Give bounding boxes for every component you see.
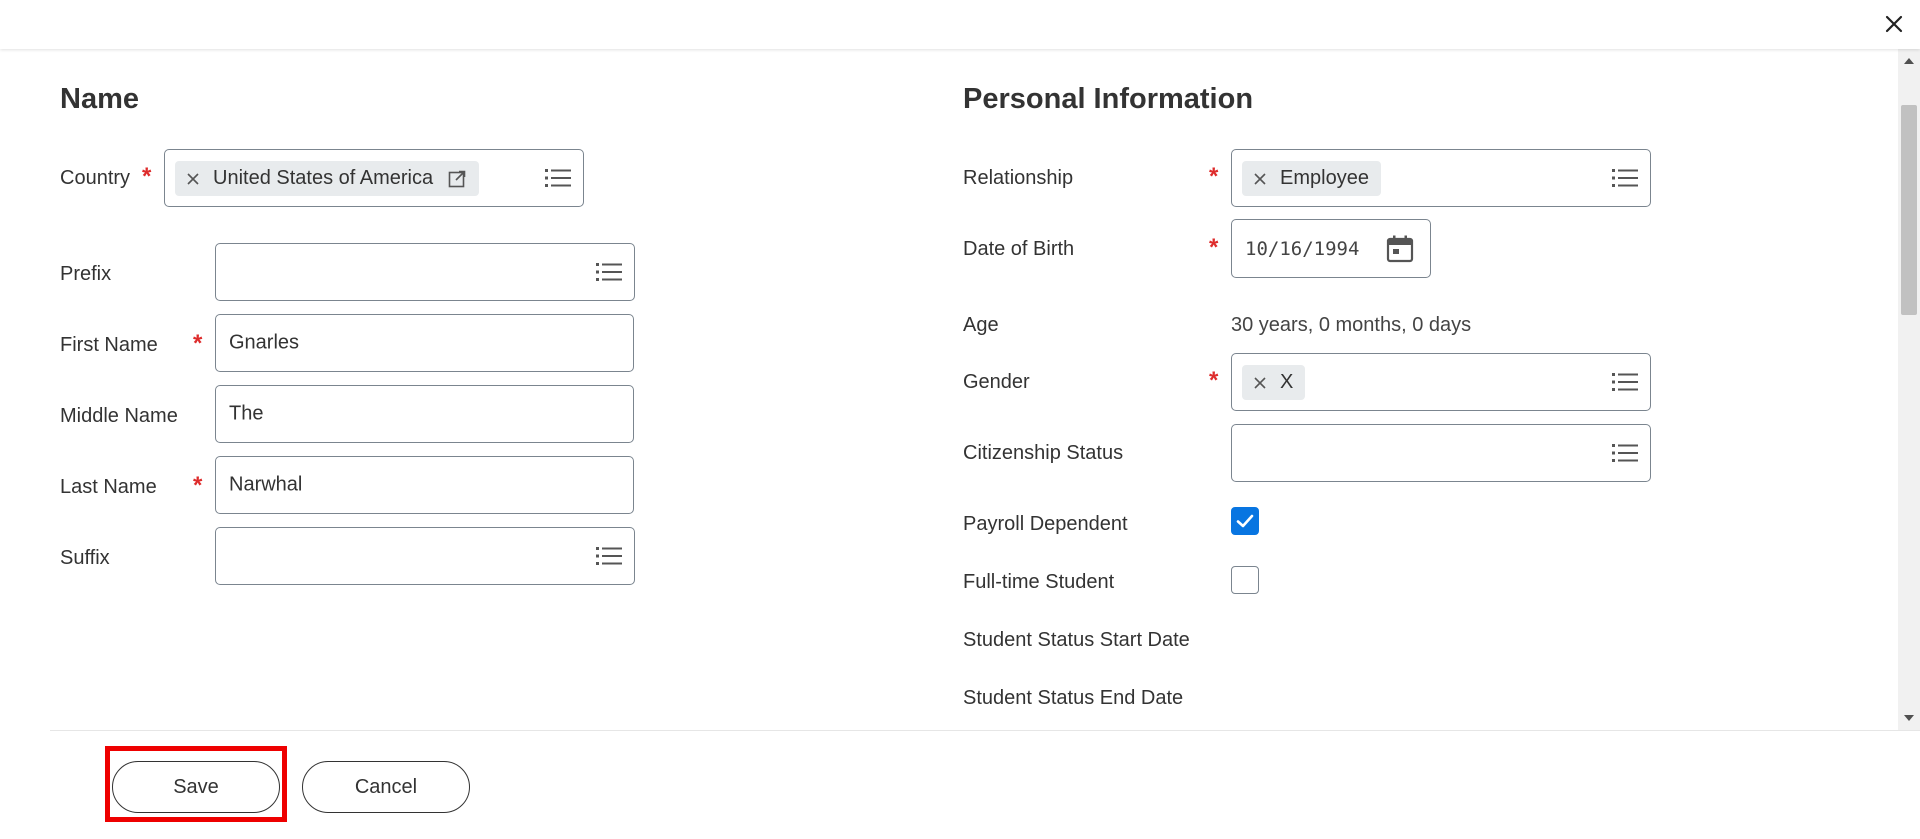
scrollbar-thumb[interactable] bbox=[1901, 105, 1917, 315]
date-of-birth-label: Date of Birth bbox=[963, 238, 1075, 260]
relationship-field[interactable]: Employee bbox=[1231, 149, 1651, 207]
close-button[interactable] bbox=[1882, 12, 1906, 36]
student-status-start-date-label: Student Status Start Date bbox=[963, 629, 1190, 651]
payroll-dependent-label: Payroll Dependent bbox=[963, 513, 1128, 535]
country-label: Country bbox=[60, 167, 131, 189]
citizenship-status-field[interactable] bbox=[1231, 424, 1651, 482]
age-value: 30 years, 0 months, 0 days bbox=[1231, 314, 1472, 336]
payroll-dependent-checkbox[interactable] bbox=[1231, 507, 1259, 535]
last-name-value: Narwhal bbox=[229, 473, 303, 496]
prefix-field[interactable] bbox=[215, 243, 635, 301]
first-name-input[interactable]: Gnarles bbox=[215, 314, 634, 372]
name-section-title: Name bbox=[60, 83, 139, 115]
suffix-label: Suffix bbox=[60, 547, 110, 569]
list-icon[interactable] bbox=[545, 167, 571, 189]
list-icon[interactable] bbox=[1612, 167, 1638, 189]
dialog-content: Name Country * United States of America … bbox=[0, 49, 1897, 730]
age-label: Age bbox=[963, 314, 999, 336]
country-value: United States of America bbox=[213, 167, 434, 189]
relationship-required-marker: * bbox=[1209, 163, 1219, 190]
full-time-student-label: Full-time Student bbox=[963, 571, 1115, 593]
remove-x-icon[interactable] bbox=[185, 171, 201, 187]
remove-x-icon[interactable] bbox=[1252, 375, 1268, 391]
middle-name-value: The bbox=[229, 402, 264, 425]
full-time-student-checkbox[interactable] bbox=[1231, 566, 1259, 594]
external-link-icon[interactable] bbox=[447, 169, 467, 189]
last-name-label: Last Name bbox=[60, 476, 157, 498]
last-name-required-marker: * bbox=[193, 472, 203, 499]
country-required-marker: * bbox=[142, 163, 152, 190]
calendar-icon[interactable] bbox=[1385, 234, 1415, 264]
first-name-label: First Name bbox=[60, 334, 158, 356]
save-button[interactable]: Save bbox=[112, 761, 280, 813]
prefix-label: Prefix bbox=[60, 263, 112, 285]
dialog-footer: Save Cancel bbox=[50, 730, 1920, 839]
date-of-birth-input[interactable]: 10/16/1994 bbox=[1231, 219, 1431, 278]
vertical-scrollbar[interactable] bbox=[1898, 49, 1920, 730]
gender-value: X bbox=[1280, 371, 1294, 393]
middle-name-label: Middle Name bbox=[60, 405, 178, 427]
scroll-up-arrow-icon[interactable] bbox=[1898, 53, 1920, 69]
close-icon bbox=[1885, 15, 1903, 33]
gender-field[interactable]: X bbox=[1231, 353, 1651, 411]
country-pill: United States of America bbox=[175, 161, 480, 196]
gender-label: Gender bbox=[963, 371, 1030, 393]
country-field[interactable]: United States of America bbox=[164, 149, 584, 207]
citizenship-status-label: Citizenship Status bbox=[963, 442, 1124, 464]
personal-info-section-title: Personal Information bbox=[963, 83, 1254, 115]
gender-required-marker: * bbox=[1209, 367, 1219, 394]
first-name-value: Gnarles bbox=[229, 331, 300, 354]
relationship-value: Employee bbox=[1280, 167, 1369, 189]
middle-name-input[interactable]: The bbox=[215, 385, 634, 443]
list-icon[interactable] bbox=[1612, 442, 1638, 464]
gender-pill: X bbox=[1242, 365, 1306, 400]
date-of-birth-value: 10/16/1994 bbox=[1245, 237, 1360, 260]
last-name-input[interactable]: Narwhal bbox=[215, 456, 634, 514]
student-status-end-date-label: Student Status End Date bbox=[963, 687, 1184, 709]
first-name-required-marker: * bbox=[193, 330, 203, 357]
date-of-birth-required-marker: * bbox=[1209, 234, 1219, 261]
remove-x-icon[interactable] bbox=[1252, 171, 1268, 187]
relationship-label: Relationship bbox=[963, 167, 1074, 189]
scroll-down-arrow-icon[interactable] bbox=[1898, 710, 1920, 726]
list-icon[interactable] bbox=[596, 261, 622, 283]
cancel-button[interactable]: Cancel bbox=[302, 761, 470, 813]
list-icon[interactable] bbox=[1612, 371, 1638, 393]
list-icon[interactable] bbox=[596, 545, 622, 567]
suffix-field[interactable] bbox=[215, 527, 635, 585]
checkmark-icon bbox=[1236, 514, 1254, 528]
dialog-header bbox=[0, 0, 1920, 49]
relationship-pill: Employee bbox=[1242, 161, 1381, 196]
